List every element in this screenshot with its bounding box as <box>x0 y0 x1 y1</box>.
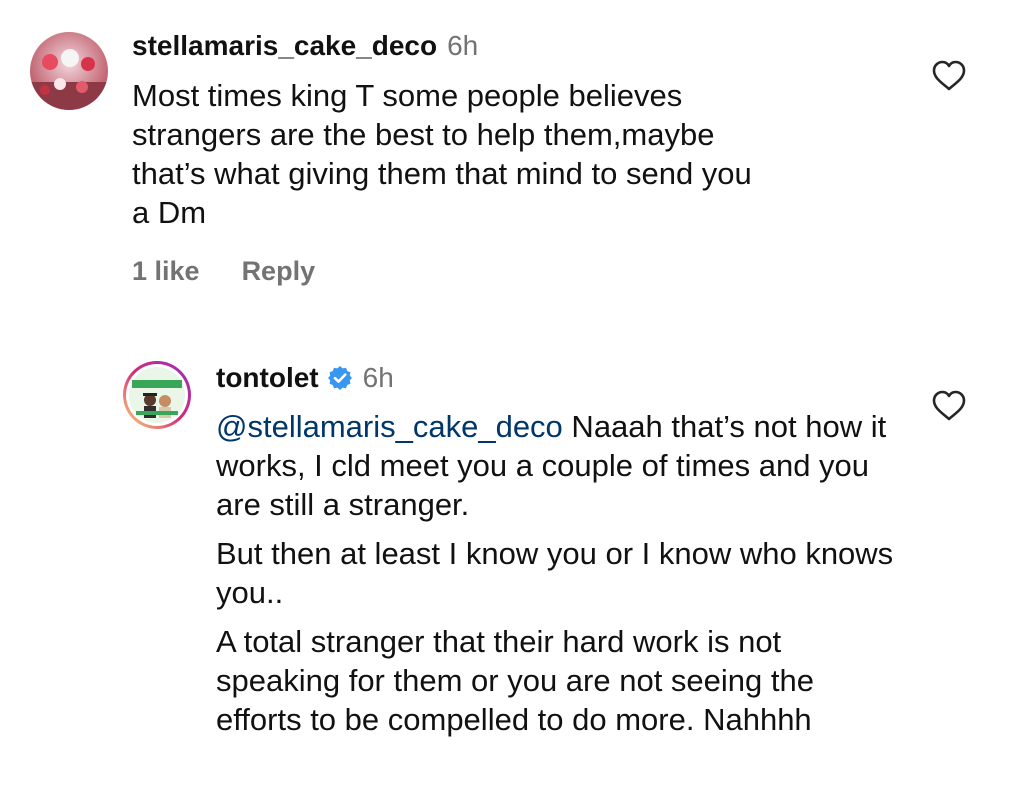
like-button[interactable] <box>932 390 966 422</box>
avatar-image <box>30 32 108 110</box>
comment-paragraph: @stellamaris_cake_deco Naaah that’s not … <box>216 407 906 524</box>
like-button[interactable] <box>932 60 966 92</box>
verified-badge-icon <box>327 366 352 390</box>
comment-text: Most times king T some people believes s… <box>132 76 912 232</box>
comment-line: that’s what giving them that mind to sen… <box>132 156 752 191</box>
comment-line: a Dm <box>132 195 207 230</box>
avatar[interactable] <box>30 32 108 110</box>
username[interactable]: stellamaris_cake_deco <box>132 30 437 62</box>
reply-button[interactable]: Reply <box>242 256 316 287</box>
mention-link[interactable]: @stellamaris_cake_deco <box>216 409 563 444</box>
avatar[interactable] <box>122 360 192 430</box>
heart-outline-icon <box>932 390 966 421</box>
avatar-image <box>123 361 191 429</box>
comment-line: Most times king T some people believes <box>132 78 683 113</box>
comment-line: strangers are the best to help them,mayb… <box>132 117 715 152</box>
comment-text: @stellamaris_cake_deco Naaah that’s not … <box>216 407 906 749</box>
comment-header: tontolet 6h <box>216 362 394 394</box>
username[interactable]: tontolet <box>216 362 319 394</box>
timestamp: 6h <box>447 30 479 61</box>
comment-header: stellamaris_cake_deco 6h <box>132 30 478 62</box>
comment-paragraph: A total stranger that their hard work is… <box>216 624 814 737</box>
comment-paragraph: But then at least I know you or I know w… <box>216 536 894 610</box>
comment-actions: 1 like Reply <box>132 256 315 287</box>
likes-count[interactable]: 1 like <box>132 256 200 287</box>
comments-thread: stellamaris_cake_deco 6h Most times king… <box>0 0 1024 789</box>
timestamp: 6h <box>362 362 394 393</box>
heart-outline-icon <box>932 60 966 91</box>
